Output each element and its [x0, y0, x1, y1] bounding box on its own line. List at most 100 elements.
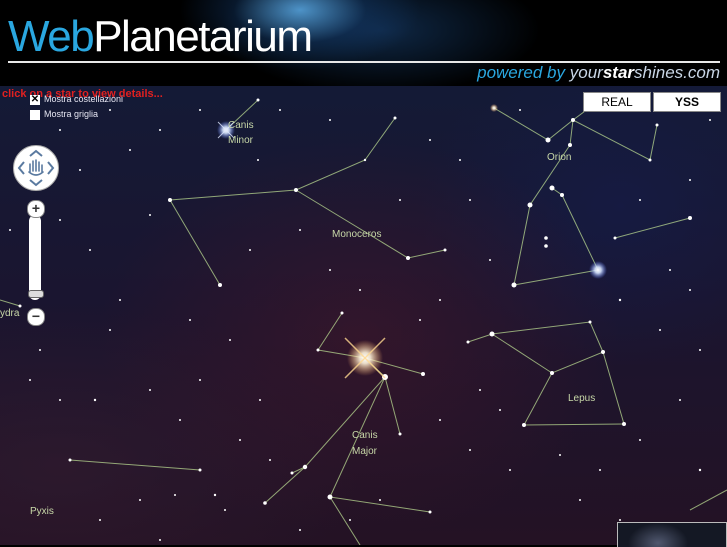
- star[interactable]: [698, 468, 702, 472]
- star[interactable]: [545, 137, 551, 143]
- pan-control[interactable]: [13, 145, 59, 191]
- star[interactable]: [340, 311, 344, 315]
- star[interactable]: [613, 236, 617, 240]
- star[interactable]: [93, 398, 97, 402]
- star[interactable]: [299, 529, 301, 531]
- star[interactable]: [290, 471, 294, 475]
- star[interactable]: [199, 379, 201, 381]
- zoom-slider-thumb[interactable]: [28, 290, 44, 298]
- star[interactable]: [439, 419, 441, 421]
- star[interactable]: [655, 123, 659, 127]
- star[interactable]: [9, 229, 11, 231]
- star[interactable]: [669, 269, 671, 271]
- pan-right-icon[interactable]: [47, 161, 55, 175]
- star[interactable]: [279, 109, 281, 111]
- star[interactable]: [398, 432, 402, 436]
- star[interactable]: [329, 119, 331, 121]
- star[interactable]: [399, 199, 401, 201]
- star[interactable]: [622, 422, 626, 426]
- star[interactable]: [329, 269, 331, 271]
- star[interactable]: [601, 350, 605, 354]
- star[interactable]: [709, 119, 711, 121]
- star[interactable]: [257, 159, 259, 161]
- star[interactable]: [159, 539, 161, 541]
- star[interactable]: [527, 202, 533, 208]
- star[interactable]: [239, 439, 241, 441]
- star[interactable]: [699, 349, 701, 351]
- star[interactable]: [379, 499, 381, 501]
- star[interactable]: [168, 198, 172, 202]
- star[interactable]: [619, 519, 621, 521]
- star[interactable]: [522, 423, 526, 427]
- star[interactable]: [466, 340, 470, 344]
- star[interactable]: [560, 193, 564, 197]
- star[interactable]: [544, 236, 548, 240]
- bright-stars[interactable]: [217, 104, 607, 379]
- star[interactable]: [479, 389, 481, 391]
- star[interactable]: [149, 214, 151, 216]
- star[interactable]: [429, 139, 431, 141]
- star[interactable]: [259, 399, 261, 401]
- zoom-out-button[interactable]: −: [27, 308, 45, 326]
- star[interactable]: [159, 129, 161, 131]
- star[interactable]: [688, 216, 692, 220]
- star[interactable]: [511, 282, 517, 288]
- star[interactable]: [59, 219, 61, 221]
- star[interactable]: [579, 499, 581, 501]
- star[interactable]: [299, 229, 301, 231]
- star[interactable]: [249, 249, 251, 251]
- star[interactable]: [499, 409, 501, 411]
- zoom-slider-track[interactable]: [29, 215, 41, 300]
- star[interactable]: [129, 149, 131, 151]
- star[interactable]: [639, 199, 641, 201]
- star[interactable]: [599, 469, 601, 471]
- star[interactable]: [469, 199, 471, 201]
- star[interactable]: [428, 510, 432, 514]
- star-chart[interactable]: Canis Minor Orion Monoceros ydra Lepus C…: [0, 86, 727, 545]
- star[interactable]: [263, 501, 267, 505]
- rigel-star-glow[interactable]: [589, 261, 607, 279]
- star[interactable]: [509, 469, 511, 471]
- star[interactable]: [174, 494, 176, 496]
- real-mode-button[interactable]: REAL: [583, 92, 651, 112]
- star[interactable]: [421, 372, 425, 376]
- star[interactable]: [269, 459, 271, 461]
- star[interactable]: [393, 116, 397, 120]
- star[interactable]: [489, 259, 491, 261]
- option-show-grid[interactable]: Mostra griglia: [30, 108, 98, 120]
- pan-left-icon[interactable]: [17, 161, 25, 175]
- star[interactable]: [419, 319, 421, 321]
- star[interactable]: [149, 389, 151, 391]
- pan-down-icon[interactable]: [29, 179, 43, 187]
- star[interactable]: [327, 494, 333, 500]
- star[interactable]: [659, 329, 661, 331]
- pan-up-icon[interactable]: [29, 149, 43, 157]
- star[interactable]: [544, 244, 548, 248]
- powered-by-link[interactable]: powered by yourstarshines.com: [477, 63, 720, 83]
- star[interactable]: [618, 298, 622, 302]
- star[interactable]: [568, 143, 572, 147]
- star[interactable]: [689, 289, 691, 291]
- bright-star[interactable]: [490, 104, 498, 112]
- star[interactable]: [139, 499, 141, 501]
- option-show-constellations[interactable]: ✕ Mostra costellazioni: [30, 93, 123, 105]
- star[interactable]: [294, 188, 298, 192]
- constellations-checkbox[interactable]: ✕: [30, 94, 40, 105]
- star[interactable]: [316, 348, 320, 352]
- star[interactable]: [550, 371, 554, 375]
- star[interactable]: [59, 129, 61, 131]
- star[interactable]: [199, 109, 201, 111]
- star[interactable]: [29, 379, 31, 381]
- star[interactable]: [639, 439, 641, 441]
- grid-checkbox[interactable]: [30, 109, 40, 120]
- star[interactable]: [571, 118, 575, 122]
- star[interactable]: [59, 399, 61, 401]
- star[interactable]: [256, 98, 260, 102]
- star[interactable]: [519, 109, 521, 111]
- star[interactable]: [79, 169, 81, 171]
- star[interactable]: [89, 249, 91, 251]
- star[interactable]: [689, 179, 691, 181]
- star[interactable]: [648, 158, 652, 162]
- star[interactable]: [588, 320, 592, 324]
- star[interactable]: [179, 419, 181, 421]
